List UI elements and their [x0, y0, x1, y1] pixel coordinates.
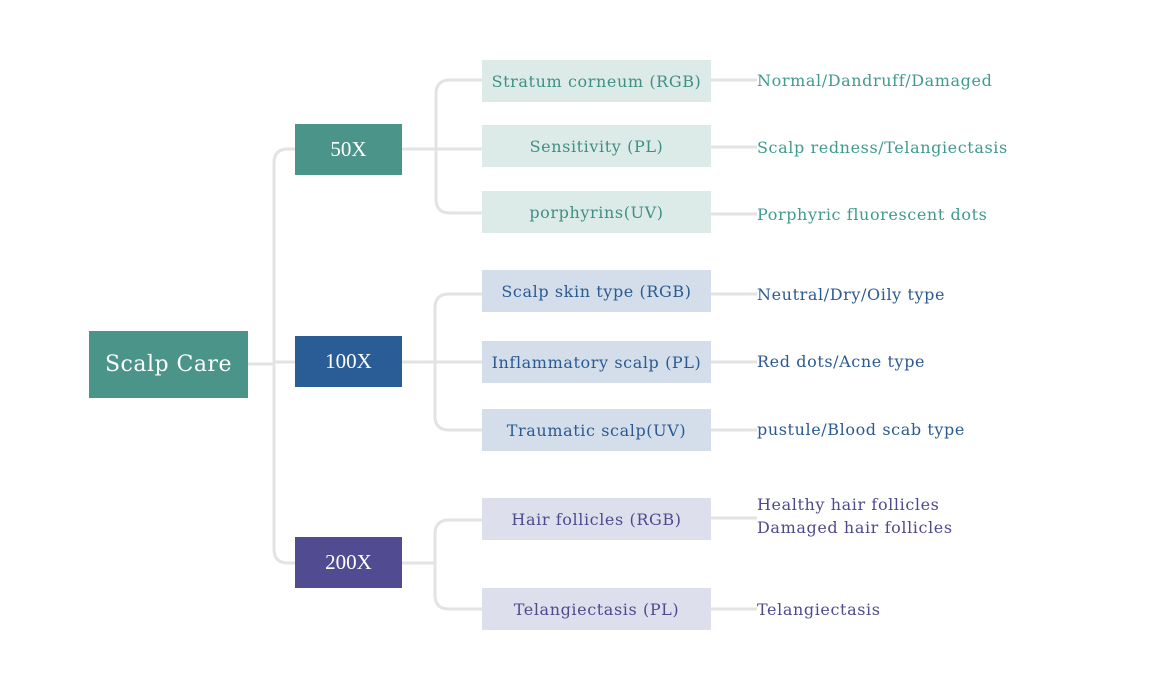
node-stratum-corneum: Stratum corneum (RGB) [482, 60, 711, 102]
result-telangiectasis: Telangiectasis [757, 600, 881, 619]
node-traumatic-scalp: Traumatic scalp(UV) [482, 409, 711, 451]
result-scalp-skin-type: Neutral/Dry/Oily type [757, 285, 946, 304]
result-stratum-corneum: Normal/Dandruff/Damaged [757, 71, 993, 90]
node-scalp-skin-type: Scalp skin type (RGB) [482, 270, 711, 312]
root-node: Scalp Care [89, 331, 248, 398]
node-porphyrins: porphyrins(UV) [482, 191, 711, 233]
result-sensitivity: Scalp redness/Telangiectasis [757, 138, 1008, 157]
node-200x: 200X [295, 537, 402, 588]
node-inflammatory-scalp: Inflammatory scalp (PL) [482, 341, 711, 383]
result-traumatic-scalp: pustule/Blood scab type [757, 420, 965, 439]
result-healthy-hair-follicles: Healthy hair follicles [757, 495, 940, 514]
node-sensitivity: Sensitivity (PL) [482, 125, 711, 167]
node-hair-follicles: Hair follicles (RGB) [482, 498, 711, 540]
result-inflammatory-scalp: Red dots/Acne type [757, 352, 926, 371]
connector-root-spine [272, 147, 295, 565]
node-50x: 50X [295, 124, 402, 175]
result-damaged-hair-follicles: Damaged hair follicles [757, 518, 953, 537]
connector-200x-spine [433, 518, 482, 611]
node-telangiectasis: Telangiectasis (PL) [482, 588, 711, 630]
result-porphyrins: Porphyric fluorescent dots [757, 205, 988, 224]
connector-50x-spine [434, 78, 482, 215]
node-100x: 100X [295, 336, 402, 387]
